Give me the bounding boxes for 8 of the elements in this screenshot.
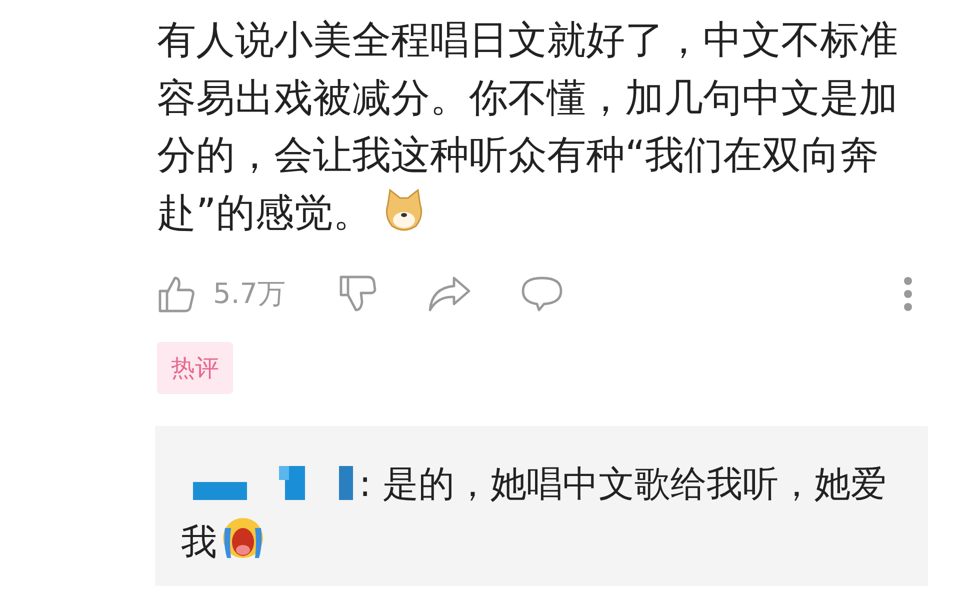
reply-text: : 是的，她唱中文歌给我听，她爱我 bbox=[181, 463, 888, 565]
more-icon[interactable] bbox=[903, 276, 913, 312]
thumbs-up-icon[interactable] bbox=[157, 274, 197, 314]
comment-icon[interactable] bbox=[520, 274, 564, 314]
comment-text: 有人说小美全程唱日文就好了，中文不标准容易出戏被减分。你不懂，加几句中文是加分的，会让我这种听众有种“我们在双向奔赴”的感觉。 bbox=[157, 17, 899, 238]
thumbs-down-icon[interactable] bbox=[338, 274, 378, 314]
like-count: 5.7万 bbox=[213, 276, 286, 312]
hot-comment-tag: 热评 bbox=[157, 342, 233, 394]
